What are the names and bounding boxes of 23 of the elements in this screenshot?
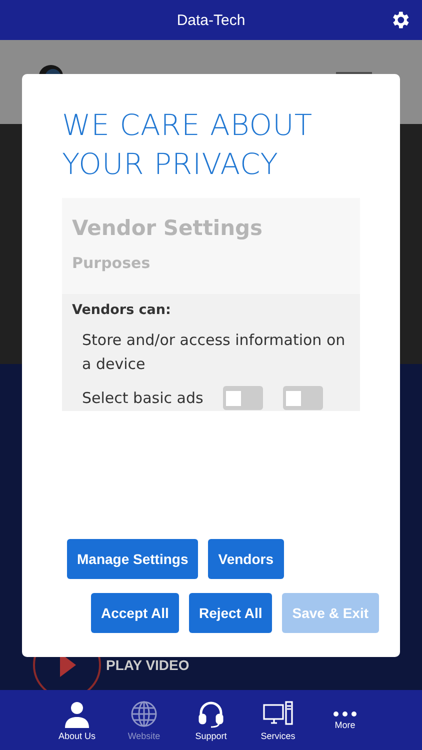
computer-icon	[263, 700, 293, 728]
dialog-title: WE CARE ABOUT YOUR PRIVACY	[62, 107, 314, 183]
dialog-button[interactable]: Reject All	[188, 593, 272, 633]
toggle-switch[interactable]	[283, 386, 324, 410]
play-video-label[interactable]: PLAY VIDEO	[106, 657, 190, 673]
section-label: Vendors can:	[72, 302, 172, 318]
panel-heading: Vendor Settings	[72, 216, 264, 240]
dialog-button[interactable]: Vendors	[208, 539, 284, 579]
panel-subheading: Purposes	[72, 254, 152, 272]
person-icon	[63, 700, 91, 728]
tab-button[interactable]: Services	[244, 690, 312, 750]
dialog-button[interactable]: Manage Settings	[67, 539, 198, 579]
tab-button[interactable]: More	[312, 690, 378, 750]
more-icon	[333, 710, 357, 716]
tab-button[interactable]: Support	[178, 690, 244, 750]
app-title: Data-Tech	[176, 12, 246, 28]
toggle-switch[interactable]	[223, 386, 264, 410]
purpose-label: Select basic ads	[82, 388, 204, 409]
tab-button[interactable]: About Us	[44, 690, 110, 750]
purpose-label: Store and/or access information on a device	[82, 330, 346, 375]
dialog-button[interactable]: Accept All	[91, 593, 179, 633]
headset-icon	[197, 700, 225, 728]
globe-icon	[130, 700, 158, 728]
